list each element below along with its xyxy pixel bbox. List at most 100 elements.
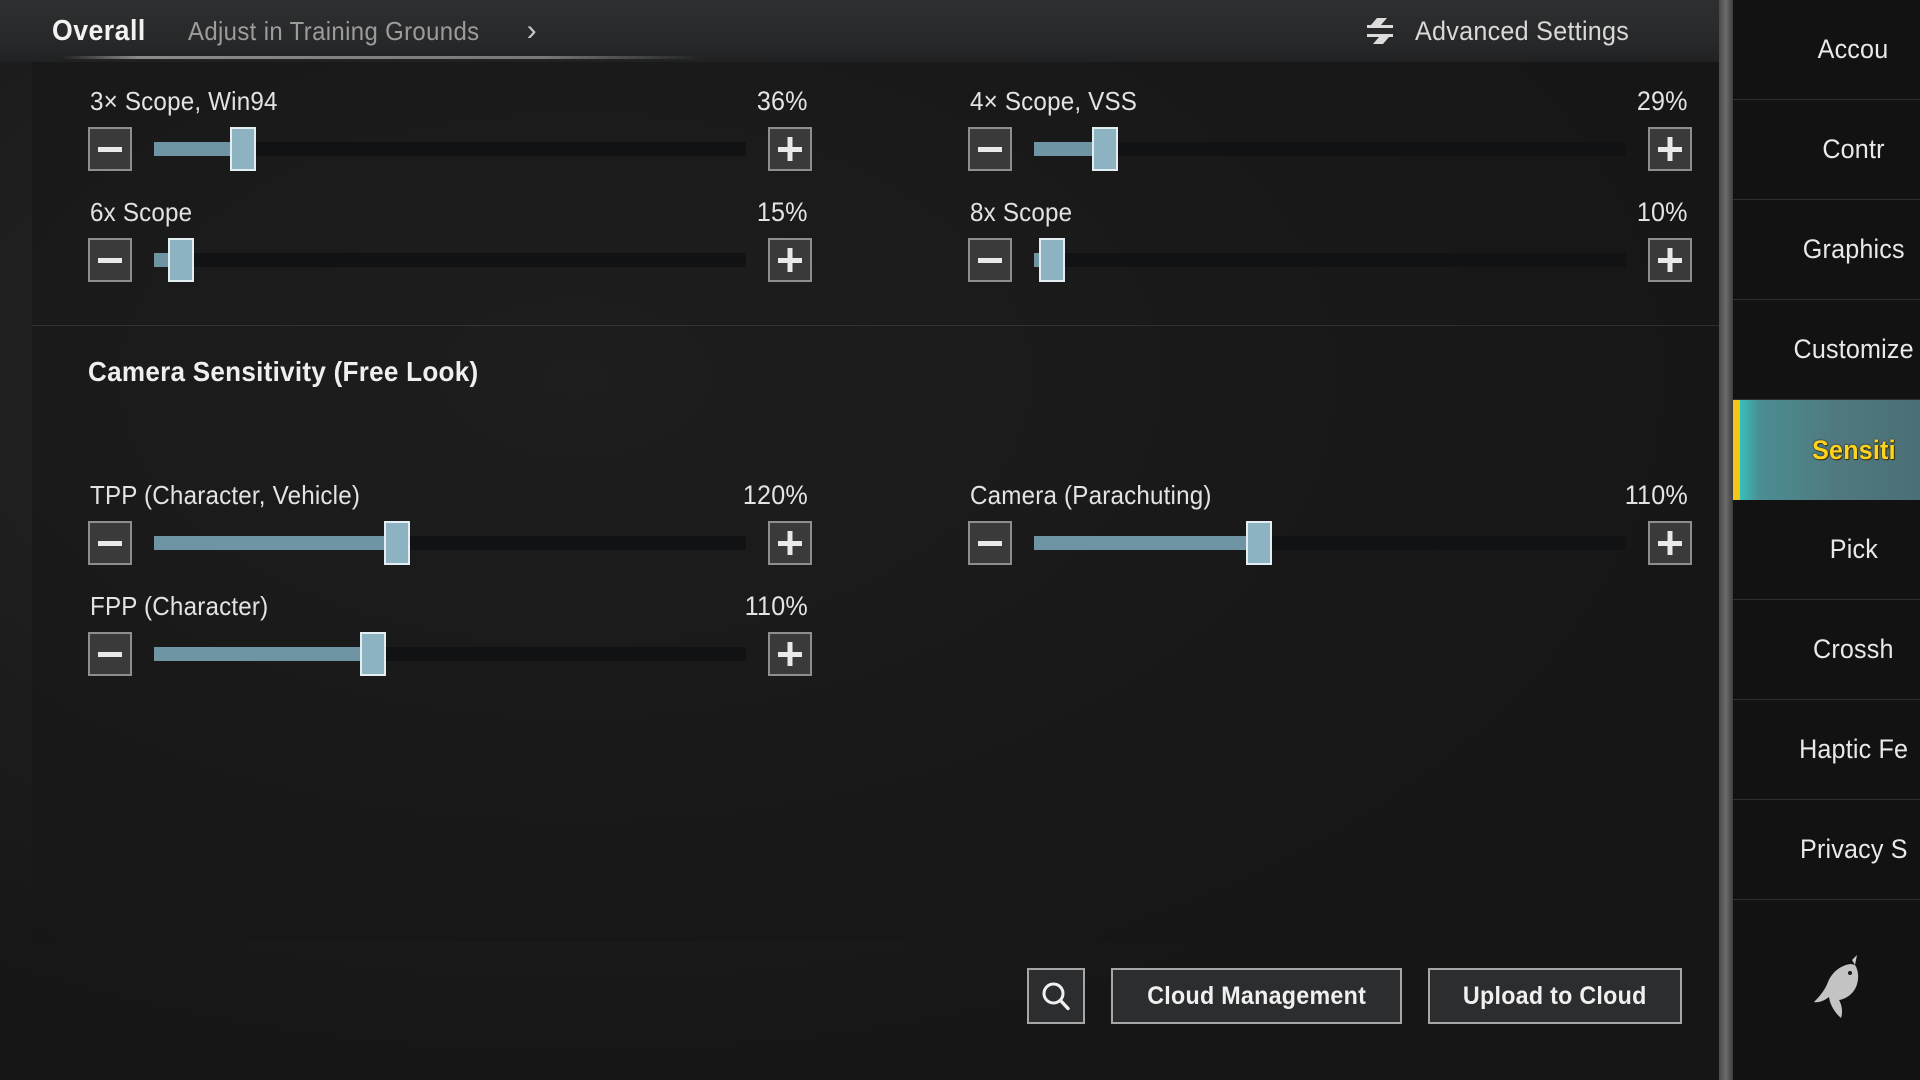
decrease-button[interactable] xyxy=(968,521,1012,565)
sidebar-item-haptic-feedback[interactable]: Haptic Fe xyxy=(1733,700,1920,800)
sidebar-item-graphics[interactable]: Graphics xyxy=(1733,200,1920,300)
slider-row: 4× Scope, VSS 29% xyxy=(942,86,1692,171)
decrease-button[interactable] xyxy=(88,238,132,282)
slider-value: 29% xyxy=(1637,86,1688,116)
sidebar-scroll-strip[interactable] xyxy=(1719,0,1733,1080)
camera-sensitivity-section: Camera Sensitivity (Free Look) TPP (Char… xyxy=(32,326,1722,712)
slider-knob[interactable] xyxy=(360,632,387,676)
slider-fill xyxy=(154,647,374,661)
increase-button[interactable] xyxy=(768,238,812,282)
increase-button[interactable] xyxy=(768,127,812,171)
slider-value: 10% xyxy=(1637,197,1688,227)
slider-track xyxy=(154,253,746,267)
slider-knob[interactable] xyxy=(1092,127,1119,171)
sidebar-item-customize[interactable]: Customize xyxy=(1733,300,1920,400)
sidebar-item-controls[interactable]: Contr xyxy=(1733,100,1920,200)
tab-overall[interactable]: Overall xyxy=(52,15,146,48)
slider-track-area[interactable] xyxy=(154,238,746,282)
sidebar-item-crosshair[interactable]: Crossh xyxy=(1733,600,1920,700)
camera-slider-grid: TPP (Character, Vehicle) 120% Camera (Pa… xyxy=(62,480,1692,702)
top-bar: Overall Adjust in Training Grounds › Adv… xyxy=(0,0,1775,62)
slider-knob[interactable] xyxy=(383,521,410,565)
slider-track xyxy=(1034,142,1626,156)
slider-value: 36% xyxy=(757,86,808,116)
cloud-management-button[interactable]: Cloud Management xyxy=(1111,968,1403,1024)
slider-header: 6x Scope 15% xyxy=(62,197,812,228)
slider-row: 3× Scope, Win94 36% xyxy=(62,86,812,171)
sidebar-item-privacy-settings[interactable]: Privacy S xyxy=(1733,800,1920,900)
slider-label: Camera (Parachuting) xyxy=(970,480,1212,510)
minus-icon xyxy=(98,540,122,546)
slider-knob[interactable] xyxy=(1038,238,1065,282)
minus-icon xyxy=(978,257,1002,263)
sidebar-item-pick[interactable]: Pick xyxy=(1733,500,1920,600)
swap-arrows-icon xyxy=(1366,18,1393,44)
unicorn-icon xyxy=(1814,955,1859,1018)
decrease-button[interactable] xyxy=(968,238,1012,282)
slider-label: 4× Scope, VSS xyxy=(970,86,1138,116)
minus-icon xyxy=(98,146,122,152)
slider-label: 6x Scope xyxy=(90,197,193,227)
tab-adjust-in-training-grounds[interactable]: Adjust in Training Grounds xyxy=(188,16,479,47)
search-button[interactable] xyxy=(1027,968,1086,1024)
slider-knob[interactable] xyxy=(167,238,194,282)
plus-icon-vertical xyxy=(787,531,793,555)
slider-header: TPP (Character, Vehicle) 120% xyxy=(62,480,812,511)
upload-to-cloud-button[interactable]: Upload to Cloud xyxy=(1428,968,1682,1024)
slider-track-area[interactable] xyxy=(154,632,746,676)
active-tab-underline xyxy=(62,56,702,59)
slider-fill xyxy=(154,536,397,550)
sidebar-item-label: Contr xyxy=(1822,134,1885,164)
slider-knob[interactable] xyxy=(229,127,256,171)
scope-sensitivity-section: 3× Scope, Win94 36% 4× Scope, VSS 29% 6x… xyxy=(32,62,1722,326)
slider-label: 3× Scope, Win94 xyxy=(90,86,278,116)
chevron-right-icon[interactable]: › xyxy=(527,16,537,46)
sidebar-item-label: Customize xyxy=(1793,334,1914,364)
sidebar-item-label: Crossh xyxy=(1813,634,1894,664)
increase-button[interactable] xyxy=(1648,238,1692,282)
slider-header: 8x Scope 10% xyxy=(942,197,1692,228)
decrease-button[interactable] xyxy=(88,521,132,565)
pubg-sensitivity-settings-screen: Overall Adjust in Training Grounds › Adv… xyxy=(0,0,1920,1080)
slider-track-area[interactable] xyxy=(1034,238,1626,282)
sidebar-item-account[interactable]: Accou xyxy=(1733,0,1920,100)
sidebar-item-label: Pick xyxy=(1829,534,1878,564)
increase-button[interactable] xyxy=(768,632,812,676)
slider-row: FPP (Character) 110% xyxy=(62,591,812,676)
slider-controls xyxy=(62,521,812,565)
slider-row: 8x Scope 10% xyxy=(942,197,1692,282)
slider-track-area[interactable] xyxy=(1034,521,1626,565)
slider-knob[interactable] xyxy=(1245,521,1272,565)
slider-header: 4× Scope, VSS 29% xyxy=(942,86,1692,117)
sidebar-item-sensitivity[interactable]: Sensiti xyxy=(1733,400,1920,500)
slider-track-area[interactable] xyxy=(1034,127,1626,171)
slider-track-area[interactable] xyxy=(154,127,746,171)
increase-button[interactable] xyxy=(1648,127,1692,171)
slider-header: Camera (Parachuting) 110% xyxy=(942,480,1692,511)
slider-track-area[interactable] xyxy=(154,521,746,565)
slider-label: TPP (Character, Vehicle) xyxy=(90,480,361,510)
plus-icon-vertical xyxy=(787,642,793,666)
decrease-button[interactable] xyxy=(88,127,132,171)
minus-icon xyxy=(98,257,122,263)
slider-controls xyxy=(62,238,812,282)
advanced-settings-button[interactable]: Advanced Settings xyxy=(1363,16,1645,47)
sidebar-item-label: Privacy S xyxy=(1799,834,1908,864)
slider-fill xyxy=(1034,536,1259,550)
decrease-button[interactable] xyxy=(968,127,1012,171)
slider-controls xyxy=(62,127,812,171)
decrease-button[interactable] xyxy=(88,632,132,676)
slider-controls xyxy=(942,238,1692,282)
settings-sidebar: Accou Contr Graphics Customize Sensiti P… xyxy=(1719,0,1920,1080)
slider-row: TPP (Character, Vehicle) 120% xyxy=(62,480,812,565)
slider-header: FPP (Character) 110% xyxy=(62,591,812,622)
increase-button[interactable] xyxy=(1648,521,1692,565)
sidebar-item-label: Haptic Fe xyxy=(1798,734,1909,764)
slider-value: 110% xyxy=(744,591,808,621)
increase-button[interactable] xyxy=(768,521,812,565)
plus-icon-vertical xyxy=(787,137,793,161)
slider-row: Camera (Parachuting) 110% xyxy=(942,480,1692,565)
bottom-action-bar: Cloud Management Upload to Cloud xyxy=(1027,968,1682,1024)
advanced-settings-label: Advanced Settings xyxy=(1414,15,1629,46)
slider-controls xyxy=(942,127,1692,171)
